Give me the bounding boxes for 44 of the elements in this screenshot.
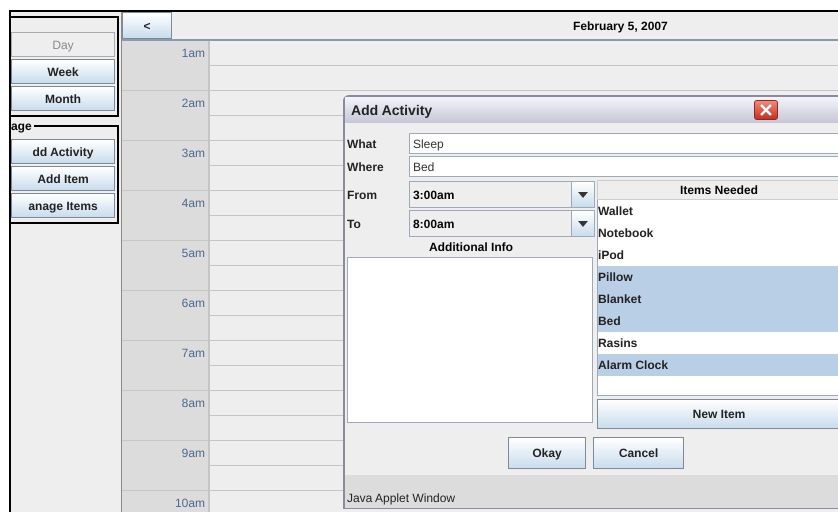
hour-label: 6am — [182, 296, 205, 310]
hour-label: 10am — [174, 496, 205, 510]
list-item[interactable]: Wallet — [598, 200, 838, 222]
manage-button[interactable]: dd Activity — [11, 139, 115, 164]
list-item[interactable]: Blanket — [598, 288, 838, 310]
date-title: February 5, 2007 — [573, 18, 668, 32]
manage-button[interactable]: Add Item — [11, 166, 115, 191]
dropdown-arrow-icon — [578, 220, 588, 226]
list-item[interactable]: Notebook — [598, 222, 838, 244]
list-item[interactable]: Pillow — [598, 266, 838, 288]
previous-button[interactable]: < — [122, 12, 172, 39]
hour-label: 8am — [182, 396, 205, 410]
dialog-title: Add Activity — [351, 102, 432, 118]
dialog-button[interactable]: Okay — [508, 437, 586, 469]
section-label: Additional Info — [428, 239, 514, 256]
close-icon — [759, 103, 774, 117]
hour-label: 2am — [182, 96, 205, 110]
hour-label: 1am — [182, 46, 205, 60]
text-field[interactable]: Sleep — [409, 133, 838, 154]
time-dropdown[interactable]: 3:00am — [409, 181, 595, 208]
text-field[interactable]: Bed — [409, 156, 838, 177]
field-label: From — [347, 188, 378, 202]
field-label: What — [347, 136, 378, 150]
manage-button[interactable]: anage Items — [11, 193, 115, 218]
field-label: To — [347, 216, 362, 230]
dialog-button[interactable]: Cancel — [593, 437, 684, 469]
view-button[interactable]: Month — [11, 86, 115, 111]
hour-label: 5am — [182, 246, 205, 260]
status-text: Java Applet Window — [345, 475, 838, 508]
list-item[interactable]: iPod — [598, 244, 838, 266]
close-button[interactable] — [754, 100, 778, 120]
hour-label: 4am — [182, 196, 205, 210]
hour-label: 7am — [182, 346, 205, 360]
hour-label: 9am — [182, 446, 205, 460]
view-button[interactable]: Week — [11, 59, 115, 84]
time-dropdown[interactable]: 8:00am — [409, 210, 595, 237]
new-item-button[interactable]: New Item — [597, 399, 838, 429]
field-label: Where — [347, 160, 385, 174]
list-item[interactable]: Bed — [598, 310, 838, 332]
list-item[interactable]: Alarm Clock — [598, 354, 838, 376]
hour-label: 3am — [182, 146, 205, 160]
list-header: Items Needed — [597, 180, 838, 200]
list-item[interactable]: Rasins — [598, 332, 838, 354]
dropdown-arrow-icon — [578, 192, 588, 198]
